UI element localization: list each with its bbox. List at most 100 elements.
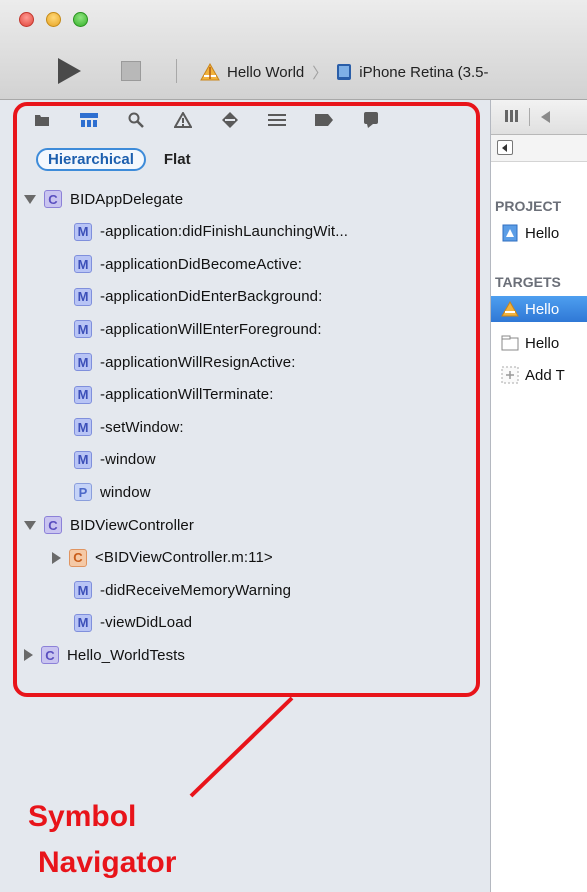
jumpbar-separator: [529, 108, 530, 126]
breakpoint-icon: [314, 114, 333, 126]
symbol-label: BIDViewController: [70, 516, 194, 534]
back-arrow-icon[interactable]: [541, 111, 550, 123]
symbol-tree-row[interactable]: M -applicationWillResignActive:: [74, 349, 295, 375]
minimize-window-button[interactable]: [46, 12, 61, 27]
symbol-label: -applicationWillResignActive:: [100, 353, 296, 371]
diamond-icon: [221, 112, 238, 128]
symbol-tree-row[interactable]: C BIDAppDelegate: [24, 186, 183, 212]
add-target-label: Add T: [525, 366, 565, 384]
toolbar-separator: [176, 59, 177, 83]
symbol-tree-row[interactable]: C BIDViewController: [24, 512, 194, 538]
window-toolbar: Hello World 〉 iPhone Retina (3.5-: [0, 0, 587, 100]
editor-jump-bar: [491, 100, 587, 135]
symbol-label: window: [100, 483, 151, 501]
annotation-caption-line1: Symbol: [28, 800, 137, 833]
symbol-tree-row[interactable]: M -applicationDidBecomeActive:: [74, 251, 302, 277]
add-target-icon: [501, 366, 519, 384]
add-target-button[interactable]: Add T: [491, 362, 587, 388]
symbol-label: <BIDViewController.m:11>: [95, 549, 273, 567]
speech-bubble-icon: [363, 112, 378, 128]
class-symbol-icon: C: [44, 516, 62, 534]
category-symbol-icon: C: [69, 548, 87, 567]
zoom-window-button[interactable]: [73, 12, 88, 27]
symbol-tree-row[interactable]: M -applicationWillEnterForeground:: [74, 316, 322, 342]
scope-bar: Hierarchical Flat: [36, 148, 191, 171]
method-symbol-icon: M: [74, 418, 92, 437]
app-target-icon: [200, 63, 220, 81]
hierarchy-icon: [79, 113, 98, 127]
disclosure-triangle-expanded-icon[interactable]: [24, 194, 36, 204]
symbol-tree-row[interactable]: M -applicationWillTerminate:: [74, 382, 274, 408]
navigator-selector-bar: [18, 106, 394, 134]
scheme-selector[interactable]: Hello World 〉 iPhone Retina (3.5-: [200, 60, 489, 84]
related-items-icon[interactable]: [505, 109, 521, 123]
navigator-pane: Hierarchical Flat C BIDAppDelegate M -appli…: [0, 100, 491, 892]
scope-hierarchical-button[interactable]: Hierarchical: [36, 148, 146, 171]
find-navigator-tab[interactable]: [112, 106, 159, 134]
iphone-icon: [337, 64, 352, 80]
hide-project-list-button[interactable]: [497, 140, 513, 155]
project-file-icon: [502, 224, 518, 242]
symbol-navigator-tab[interactable]: [65, 106, 112, 134]
list-icon: [267, 114, 286, 126]
symbol-label: -applicationWillTerminate:: [100, 386, 274, 404]
target-item-app[interactable]: Hello: [491, 296, 587, 322]
method-symbol-icon: M: [74, 353, 92, 371]
method-symbol-icon: M: [74, 385, 92, 404]
method-symbol-icon: M: [74, 222, 92, 241]
symbol-label: -applicationDidEnterBackground:: [100, 288, 323, 306]
symbol-label: BIDAppDelegate: [70, 190, 184, 208]
project-item-label: Hello: [525, 224, 560, 242]
symbol-label: -viewDidLoad: [100, 614, 193, 632]
disclosure-triangle-expanded-icon[interactable]: [24, 520, 36, 530]
symbol-tree-row[interactable]: M -applicationDidEnterBackground:: [74, 284, 322, 310]
symbol-label: -didReceiveMemoryWarning: [100, 581, 292, 599]
target-item-tests[interactable]: Hello: [491, 330, 587, 356]
class-symbol-icon: C: [41, 646, 59, 665]
log-navigator-tab[interactable]: [347, 106, 394, 134]
class-symbol-icon: C: [44, 190, 62, 208]
breakpoint-navigator-tab[interactable]: [300, 106, 347, 134]
folder-icon: [34, 115, 49, 126]
symbol-tree-row[interactable]: Pwindow: [74, 479, 151, 505]
property-symbol-icon: P: [74, 483, 92, 502]
test-bundle-icon: [501, 335, 519, 351]
symbol-label: Hello_WorldTests: [67, 646, 186, 664]
debug-navigator-tab[interactable]: [253, 106, 300, 134]
method-symbol-icon: M: [74, 255, 92, 274]
scheme-name: Hello World: [227, 63, 305, 81]
symbol-tree-row[interactable]: M -window: [74, 447, 156, 473]
symbol-tree-row[interactable]: M -didReceiveMemoryWarning: [74, 577, 291, 603]
symbol-tree-row[interactable]: C Hello_WorldTests: [24, 642, 185, 668]
test-navigator-tab[interactable]: [206, 106, 253, 134]
stop-button[interactable]: [121, 61, 141, 81]
symbol-tree-row[interactable]: C <BIDViewController.m:11>: [52, 545, 273, 571]
scope-flat-button[interactable]: Flat: [164, 151, 191, 168]
project-list-item[interactable]: Hello: [491, 220, 587, 246]
close-window-button[interactable]: [19, 12, 34, 27]
editor-subbar: [491, 135, 587, 162]
search-icon: [128, 112, 144, 128]
symbol-tree-row[interactable]: M -application:didFinishLaunchingWit...: [74, 219, 348, 245]
symbol-label: -applicationDidBecomeActive:: [100, 255, 303, 273]
disclosure-triangle-collapsed-icon[interactable]: [24, 649, 33, 662]
method-symbol-icon: M: [74, 287, 92, 306]
chevron-right-icon: 〉: [312, 64, 328, 82]
annotation-caption-line2: Navigator: [38, 846, 177, 879]
disclosure-triangle-collapsed-icon[interactable]: [52, 551, 61, 564]
target-label: Hello: [525, 300, 560, 318]
device-name: iPhone Retina (3.5-: [359, 63, 489, 81]
targets-section-header: TARGETS: [495, 274, 561, 290]
symbol-label: -window: [100, 451, 156, 469]
app-target-icon: [501, 300, 519, 317]
method-symbol-icon: M: [74, 613, 92, 632]
issue-navigator-tab[interactable]: [159, 106, 206, 134]
method-symbol-icon: M: [74, 320, 92, 339]
run-button[interactable]: [58, 58, 81, 84]
symbol-tree-row[interactable]: M -viewDidLoad: [74, 610, 192, 636]
project-navigator-tab[interactable]: [18, 106, 65, 134]
symbol-tree-row[interactable]: M -setWindow:: [74, 414, 184, 440]
warning-icon: [173, 112, 192, 128]
symbol-label: -setWindow:: [100, 418, 184, 436]
method-symbol-icon: M: [74, 581, 92, 600]
